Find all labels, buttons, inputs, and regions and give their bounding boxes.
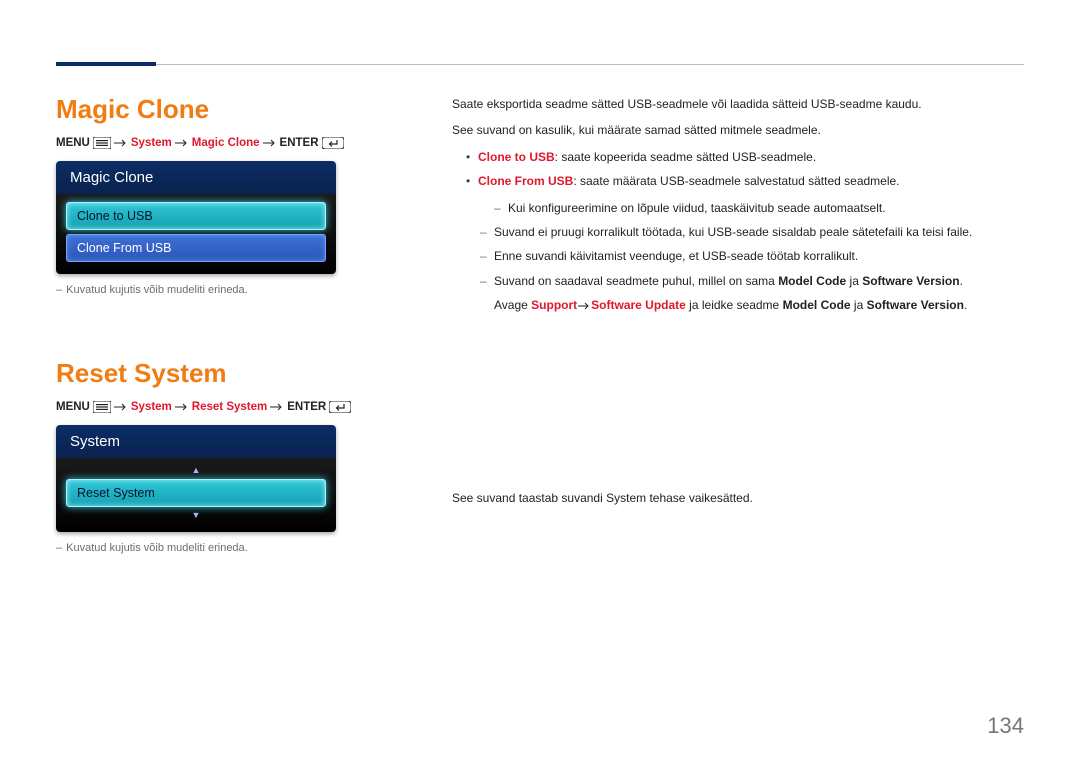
left-column: Magic Clone MENU System Magic Clone ENTE… xyxy=(56,94,396,616)
list-item-text: : saate kopeerida seadme sätted USB-sead… xyxy=(555,150,816,164)
enter-icon xyxy=(329,401,351,413)
menu-icon xyxy=(93,401,111,413)
scroll-down-icon[interactable]: ▼ xyxy=(66,511,326,520)
breadcrumb-enter-label: ENTER xyxy=(287,401,326,413)
term-clone-from-usb: Clone From USB xyxy=(478,174,573,188)
image-note-text: Kuvatud kujutis võib mudeliti erineda. xyxy=(66,284,248,296)
arrow-icon xyxy=(175,401,189,413)
osd-item-clone-from-usb[interactable]: Clone From USB xyxy=(66,234,326,262)
list-item: Clone to USB: saate kopeerida seadme sät… xyxy=(466,147,1024,167)
body-paragraph: See suvand on kasulik, kui määrate samad… xyxy=(452,120,1024,140)
sub-note-text: . xyxy=(960,274,963,288)
sub-note: Kui konfigureerimine on lõpule viidud, t… xyxy=(494,198,1024,218)
content-columns: Magic Clone MENU System Magic Clone ENTE… xyxy=(56,94,1024,616)
image-note-text: Kuvatud kujutis võib mudeliti erineda. xyxy=(66,542,248,554)
breadcrumb-reset-system: MENU System Reset System ENTER xyxy=(56,401,396,413)
term-software-version: Software Version xyxy=(867,298,964,312)
breadcrumb-reset-system: Reset System xyxy=(192,401,267,413)
sub-note-text: ja leidke seadme xyxy=(686,298,783,312)
sub-note: Suvand ei pruugi korralikult töötada, ku… xyxy=(480,222,1024,242)
osd-item-clone-to-usb[interactable]: Clone to USB xyxy=(66,202,326,230)
right-column: Saate eksportida seadme sätted USB-seadm… xyxy=(452,94,1024,616)
sub-note: Suvand on saadaval seadmete puhul, mille… xyxy=(480,271,1024,291)
breadcrumb-system: System xyxy=(131,401,172,413)
sub-note-text: ja xyxy=(846,274,862,288)
sub-note-text: Suvand on saadaval seadmete puhul, mille… xyxy=(494,274,778,288)
arrow-icon xyxy=(270,401,284,413)
term-clone-to-usb: Clone to USB xyxy=(478,150,555,164)
scroll-up-icon[interactable]: ▲ xyxy=(66,466,326,475)
term-model-code: Model Code xyxy=(783,298,851,312)
enter-icon xyxy=(322,137,344,149)
page-number: 134 xyxy=(987,713,1024,739)
breadcrumb-system: System xyxy=(131,137,172,149)
sub-note-text: Avage xyxy=(494,298,531,312)
section-title-reset-system: Reset System xyxy=(56,358,396,389)
header-accent xyxy=(56,62,156,66)
term-support: Support xyxy=(531,298,577,312)
breadcrumb-magic-clone: MENU System Magic Clone ENTER xyxy=(56,137,396,149)
manual-page: Magic Clone MENU System Magic Clone ENTE… xyxy=(0,0,1080,763)
image-note-1: –Kuvatud kujutis võib mudeliti erineda. xyxy=(56,284,396,296)
term-model-code: Model Code xyxy=(778,274,846,288)
arrow-icon xyxy=(114,137,128,149)
term-software-update: Software Update xyxy=(591,298,686,312)
body-paragraph: Saate eksportida seadme sätted USB-seadm… xyxy=(452,94,1024,114)
breadcrumb-enter-label: ENTER xyxy=(280,137,319,149)
arrow-icon xyxy=(114,401,128,413)
body-list: Clone to USB: saate kopeerida seadme sät… xyxy=(466,147,1024,192)
section-title-magic-clone: Magic Clone xyxy=(56,94,396,125)
term-software-version: Software Version xyxy=(862,274,959,288)
sub-note-text: ja xyxy=(851,298,867,312)
osd-reset-system: System ▲ Reset System ▼ xyxy=(56,425,336,532)
header-rule xyxy=(56,64,1024,65)
osd-magic-clone: Magic Clone Clone to USB Clone From USB xyxy=(56,161,336,274)
breadcrumb-menu-label: MENU xyxy=(56,137,90,149)
section-reset-system-body: See suvand taastab suvandi System tehase… xyxy=(452,488,1024,508)
osd-header-magic-clone: Magic Clone xyxy=(56,161,336,194)
body-paragraph: See suvand taastab suvandi System tehase… xyxy=(452,488,1024,508)
section-magic-clone-body: Saate eksportida seadme sätted USB-seadm… xyxy=(452,94,1024,316)
list-item: Clone From USB: saate määrata USB-seadme… xyxy=(466,171,1024,191)
breadcrumb-menu-label: MENU xyxy=(56,401,90,413)
osd-body-system: ▲ Reset System ▼ xyxy=(56,458,336,532)
menu-icon xyxy=(93,137,111,149)
osd-item-reset-system[interactable]: Reset System xyxy=(66,479,326,507)
breadcrumb-magic-clone: Magic Clone xyxy=(192,137,260,149)
section-reset-system-left: Reset System MENU System Reset System EN… xyxy=(56,358,396,554)
arrow-icon xyxy=(175,137,189,149)
sub-note: Enne suvandi käivitamist veenduge, et US… xyxy=(480,246,1024,266)
osd-body-magic-clone: Clone to USB Clone From USB xyxy=(56,194,336,274)
sub-note-text: . xyxy=(964,298,967,312)
sub-note-instruction: Avage Support Software Update ja leidke s… xyxy=(494,295,1024,315)
osd-header-system: System xyxy=(56,425,336,458)
arrow-icon xyxy=(263,137,277,149)
section-magic-clone-left: Magic Clone MENU System Magic Clone ENTE… xyxy=(56,94,396,296)
arrow-icon xyxy=(577,295,591,315)
list-item-text: : saate määrata USB-seadmele salvestatud… xyxy=(573,174,899,188)
image-note-2: –Kuvatud kujutis võib mudeliti erineda. xyxy=(56,542,396,554)
